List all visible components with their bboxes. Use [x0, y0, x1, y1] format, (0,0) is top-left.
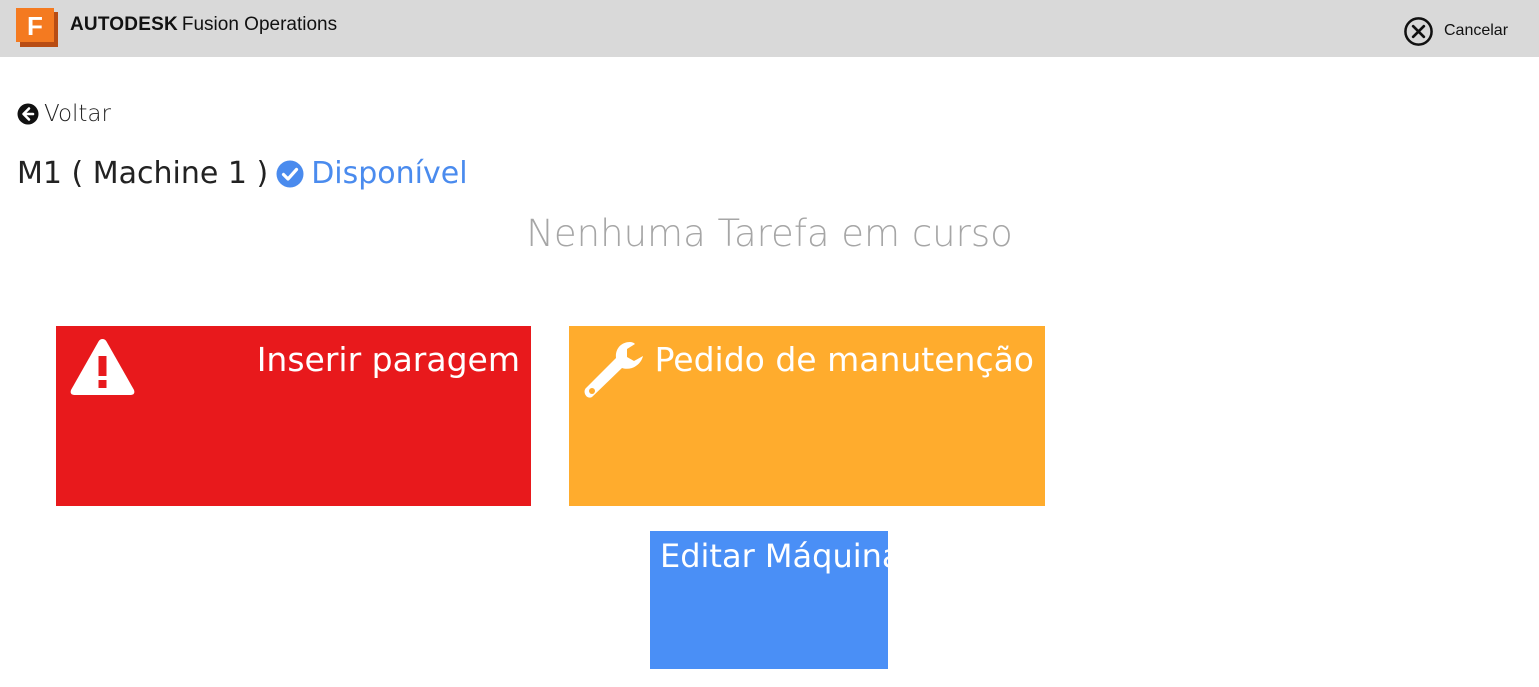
cancel-button[interactable]: Cancelar — [1403, 15, 1508, 47]
app-title: AUTODESK Fusion Operations — [70, 14, 337, 36]
check-circle-icon — [276, 160, 304, 187]
logo-letter: F — [27, 11, 43, 41]
product-name: Fusion Operations — [181, 14, 338, 35]
insert-stop-label: Inserir paragem — [256, 340, 520, 379]
back-label: Voltar — [44, 101, 111, 127]
close-circle-icon — [1404, 16, 1433, 46]
fusion-logo-icon: F — [16, 8, 58, 47]
arrow-left-circle-icon — [17, 103, 39, 125]
no-task-message: Nenhuma Tarefa em curso — [526, 212, 1013, 255]
machine-status: Disponível — [311, 156, 468, 191]
insert-stop-tile[interactable]: Inserir paragem — [56, 326, 531, 506]
maintenance-request-label: Pedido de manutenção — [654, 340, 1034, 379]
top-bar: F AUTODESK Fusion Operations Cancelar — [0, 0, 1539, 57]
edit-machine-tile[interactable]: Editar Máquina — [650, 531, 902, 669]
edit-machine-label: Editar Máquina — [660, 537, 902, 575]
machine-header: M1 ( Machine 1 ) Disponível — [17, 156, 468, 191]
machine-name: M1 ( Machine 1 ) — [17, 156, 269, 191]
wrench-icon — [584, 342, 643, 398]
cancel-label: Cancelar — [1444, 22, 1509, 39]
maintenance-request-tile[interactable]: Pedido de manutenção — [569, 326, 1045, 506]
back-button[interactable]: Voltar — [17, 101, 111, 127]
brand-name: AUTODESK — [70, 14, 178, 35]
warning-icon — [70, 339, 135, 395]
